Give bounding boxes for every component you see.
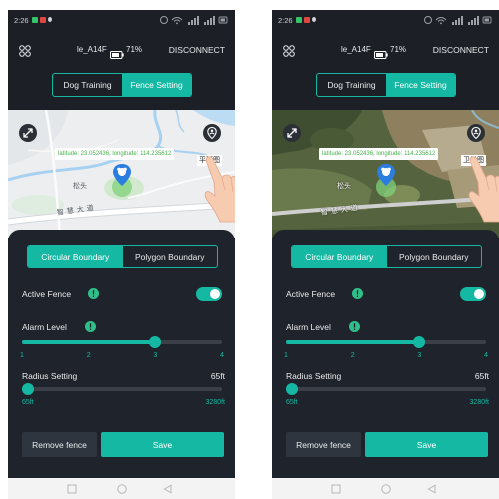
app-header: le_A14F 71% DISCONNECT [8,40,235,60]
app-notification-icon [40,17,46,23]
tab-dog-training[interactable]: Dog Training [53,74,122,96]
radius-value: 65ft [474,371,489,381]
radius-value: 65ft [210,371,225,381]
radius-setting-label: Radius Setting [22,371,78,381]
device-name: le_A14F [77,45,107,54]
alarm-level-slider[interactable] [286,336,486,348]
tab-circular-boundary[interactable]: Circular Boundary [28,246,123,267]
message-notification-icon [32,17,38,23]
hand-pointer-illustration [468,156,499,223]
tick-label: 3 [417,352,422,359]
alarm-level-slider[interactable] [22,336,222,348]
triangle-icon[interactable] [163,484,173,494]
status-time: 2:26 [14,16,29,25]
tab-polygon-boundary[interactable]: Polygon Boundary [387,246,482,267]
active-fence-toggle[interactable] [460,287,486,301]
slider-fill [22,340,156,344]
info-icon[interactable] [85,321,96,332]
active-fence-label: Active Fence [286,289,336,299]
tick-label: 2 [86,352,91,359]
tab-fence-setting[interactable]: Fence Setting [386,74,455,96]
slider-knob[interactable] [286,383,298,395]
tick-label: 3 [153,352,158,359]
tick-label: 4 [484,352,488,359]
square-icon[interactable] [331,484,341,494]
status-bar: 2:26 [8,10,235,30]
radius-setting-label: Radius Setting [286,371,342,381]
phone-screen-2: 2:26 le_A14F 71% DISCONNECT Dog Training… [272,10,499,499]
location-status-icon [48,17,52,22]
message-notification-icon [296,17,302,23]
info-icon[interactable] [352,288,363,299]
battery-level: 71% [126,45,143,54]
square-icon[interactable] [67,484,77,494]
info-icon[interactable] [88,288,99,299]
disconnect-button[interactable]: DISCONNECT [169,45,225,55]
tick-label: 1 [20,352,24,359]
slider-knob[interactable] [149,336,162,348]
radius-max-label: 3280ft [205,399,225,406]
system-status-icons [423,15,493,25]
map-view[interactable]: 松头 智慧大道 latitude: 23.052436, longitude: … [8,110,235,238]
slider-knob[interactable] [413,336,426,348]
app-notification-icon [304,17,310,23]
tick-label: 1 [284,352,288,359]
fence-settings-panel: Circular Boundary Polygon Boundary Activ… [8,230,235,478]
grid-icon[interactable] [283,44,295,57]
boundary-type-tabs: Circular Boundary Polygon Boundary [27,245,218,268]
system-nav-bar [272,478,499,499]
slider-knob[interactable] [22,383,34,395]
radius-slider[interactable] [286,383,486,395]
app-header: le_A14F 71% DISCONNECT [272,40,499,60]
tick-label: 4 [220,352,224,359]
toggle-knob [210,289,220,299]
circle-icon[interactable] [381,484,391,494]
tab-fence-setting[interactable]: Fence Setting [122,74,191,96]
fence-settings-panel: Circular Boundary Polygon Boundary Activ… [272,230,499,478]
battery-icon [110,46,124,59]
remove-fence-button[interactable]: Remove fence [22,432,97,457]
info-icon[interactable] [349,321,360,332]
phone-screen-1: 2:26 le_A14F 71% DISCONNECT Dog Training… [8,10,235,499]
active-fence-label: Active Fence [22,289,72,299]
save-button[interactable]: Save [365,432,488,457]
location-status-icon [312,17,316,22]
hand-pointer-illustration [204,156,235,223]
remove-fence-button[interactable]: Remove fence [286,432,361,457]
alarm-level-label: Alarm Level [286,322,331,332]
tab-polygon-boundary[interactable]: Polygon Boundary [123,246,218,267]
radius-min-label: 65ft [286,399,298,406]
status-bar: 2:26 [272,10,499,30]
slider-fill [286,340,420,344]
grid-icon[interactable] [19,44,31,57]
save-button[interactable]: Save [101,432,224,457]
triangle-icon[interactable] [427,484,437,494]
map-view[interactable]: 松头 智慧大道 latitude: 23.052436, longitude: … [272,110,499,238]
status-time: 2:26 [278,16,293,25]
system-status-icons [159,15,229,25]
circle-icon[interactable] [117,484,127,494]
battery-level: 71% [390,45,407,54]
disconnect-button[interactable]: DISCONNECT [433,45,489,55]
device-name: le_A14F [341,45,371,54]
mode-tabs: Dog Training Fence Setting [316,73,456,97]
mode-tabs: Dog Training Fence Setting [52,73,192,97]
tick-label: 2 [350,352,355,359]
alarm-level-ticks: 1 2 3 4 [284,351,488,360]
alarm-level-ticks: 1 2 3 4 [20,351,224,360]
radius-min-label: 65ft [22,399,34,406]
alarm-level-label: Alarm Level [22,322,67,332]
active-fence-toggle[interactable] [196,287,222,301]
radius-max-label: 3280ft [469,399,489,406]
battery-icon [374,46,388,59]
radius-slider[interactable] [22,383,222,395]
system-nav-bar [8,478,235,499]
tab-dog-training[interactable]: Dog Training [317,74,386,96]
toggle-knob [474,289,484,299]
tab-circular-boundary[interactable]: Circular Boundary [292,246,387,267]
boundary-type-tabs: Circular Boundary Polygon Boundary [291,245,482,268]
